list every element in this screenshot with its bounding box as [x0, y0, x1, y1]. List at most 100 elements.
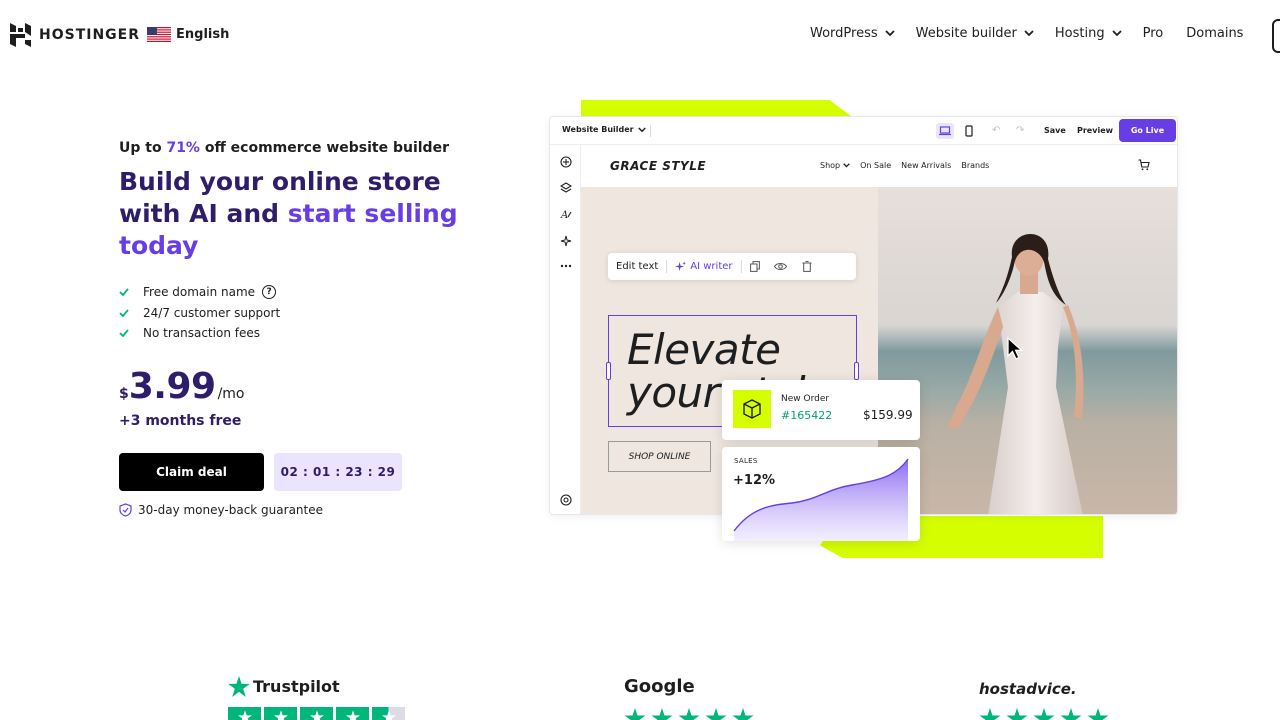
feature-item: Free domain name ? — [119, 282, 519, 303]
order-id: #165422 — [781, 409, 833, 422]
support-icon[interactable] — [559, 493, 572, 506]
account-button-edge[interactable] — [1272, 19, 1280, 53]
nav-website-builder-label: Website builder — [915, 26, 1017, 41]
nav-website-builder[interactable]: Website builder — [916, 26, 1034, 41]
hostadvice-logo[interactable]: hostadvice. — [979, 680, 1077, 698]
site-links: Shop On Sale New Arrivals Brands — [820, 161, 989, 170]
star-icon — [624, 708, 646, 720]
star-icon — [1006, 708, 1028, 720]
hero-headline: Build your online store with AI and star… — [119, 166, 519, 262]
discount-value: 71% — [166, 140, 200, 156]
headline-line2-accent: start selling — [287, 199, 458, 228]
nav-pro[interactable]: Pro — [1143, 26, 1164, 41]
eye-icon[interactable] — [774, 260, 788, 274]
edit-text-label: Edit text — [616, 261, 659, 272]
resize-handle-left[interactable] — [606, 362, 611, 380]
star-icon — [732, 708, 754, 720]
hostadvice-rating — [979, 708, 1109, 720]
eyebrow-prefix: Up to — [119, 140, 167, 156]
nav-wordpress[interactable]: WordPress — [810, 26, 895, 41]
trustpilot-label: Trustpilot — [253, 677, 340, 696]
desktop-view-icon[interactable] — [936, 123, 954, 139]
google-logo[interactable]: Google — [624, 676, 695, 697]
us-flag-icon — [147, 27, 171, 42]
price-currency: $ — [119, 385, 129, 402]
site-link-on-sale[interactable]: On Sale — [860, 161, 891, 170]
trustpilot-star-icon — [228, 676, 250, 697]
edit-text-button[interactable]: Edit text — [608, 261, 666, 272]
redo-icon[interactable]: ↷ — [1016, 125, 1024, 136]
order-label: New Order — [781, 394, 830, 404]
add-element-icon[interactable] — [559, 155, 572, 168]
shop-online-button[interactable]: SHOP ONLINE — [608, 441, 711, 472]
ai-writer-label: AI writer — [690, 261, 733, 272]
mobile-view-icon[interactable] — [960, 123, 978, 139]
guarantee-label: 30-day money-back guarantee — [138, 502, 323, 517]
styles-icon[interactable]: A — [559, 207, 572, 220]
chevron-down-icon — [843, 163, 850, 168]
builder-sidebar: A — [550, 145, 581, 514]
builder-title-label: Website Builder — [562, 125, 634, 134]
hostinger-logo[interactable]: HOSTINGER — [10, 23, 140, 47]
cta-row: Claim deal 02 : 01 : 23 : 29 — [119, 452, 519, 491]
check-icon — [119, 288, 129, 297]
eyebrow-suffix: off ecommerce website builder — [199, 140, 449, 156]
ai-tools-icon[interactable] — [559, 234, 572, 247]
text-edit-toolbar: Edit text AI writer — [608, 253, 856, 280]
mouse-cursor-icon — [1007, 337, 1023, 360]
resize-handle-right[interactable] — [854, 362, 859, 380]
site-link-shop[interactable]: Shop — [820, 161, 850, 170]
star-icon — [228, 707, 261, 720]
package-icon — [733, 390, 771, 428]
site-brand: GRACE STYLE — [610, 159, 707, 173]
sales-value: +12% — [733, 473, 776, 488]
layers-icon[interactable] — [559, 181, 572, 194]
site-link-new-arrivals[interactable]: New Arrivals — [901, 161, 951, 170]
hostinger-logo-icon — [10, 23, 31, 47]
star-icon — [705, 708, 727, 720]
go-live-button[interactable]: Go Live — [1119, 119, 1176, 142]
undo-icon[interactable]: ↶ — [992, 125, 1000, 136]
promo-eyebrow: Up to 71% off ecommerce website builder — [119, 140, 519, 156]
price-period: /mo — [217, 385, 245, 402]
sparkle-icon — [675, 261, 687, 272]
help-icon[interactable]: ? — [262, 285, 277, 300]
star-icon — [651, 708, 673, 720]
check-icon — [119, 329, 129, 338]
half-star-icon — [372, 707, 405, 720]
site-link-label: Shop — [820, 161, 841, 170]
language-selector[interactable]: English — [147, 27, 229, 42]
headline-line1: Build your online store — [119, 167, 441, 196]
trash-icon[interactable] — [800, 260, 814, 274]
nav-pro-label: Pro — [1142, 26, 1164, 41]
price: $ 3.99 /mo — [119, 366, 519, 407]
duplicate-icon[interactable] — [748, 260, 762, 274]
chevron-down-icon — [885, 30, 895, 37]
trustpilot-logo[interactable]: Trustpilot — [228, 676, 340, 697]
cart-icon[interactable] — [1138, 159, 1150, 171]
svg-text:A: A — [560, 210, 568, 220]
chevron-down-icon — [637, 126, 646, 132]
feature-list: Free domain name ? 24/7 customer support… — [119, 282, 519, 344]
sales-label: SALES — [734, 457, 758, 465]
star-icon — [300, 707, 333, 720]
nav-domains[interactable]: Domains — [1186, 26, 1243, 41]
star-icon — [336, 707, 369, 720]
feature-item: 24/7 customer support — [119, 303, 519, 324]
claim-deal-button[interactable]: Claim deal — [119, 452, 264, 491]
save-button[interactable]: Save — [1044, 126, 1066, 135]
star-icon — [678, 708, 700, 720]
preview-button[interactable]: Preview — [1077, 126, 1113, 135]
model-photo — [878, 187, 1177, 514]
guarantee: 30-day money-back guarantee — [119, 503, 519, 517]
ai-writer-button[interactable]: AI writer — [667, 261, 740, 272]
more-icon[interactable] — [559, 259, 572, 272]
logo-text: HOSTINGER — [39, 27, 141, 43]
order-price: $159.99 — [863, 408, 913, 422]
feature-item: No transaction fees — [119, 323, 519, 344]
builder-title[interactable]: Website Builder — [562, 125, 646, 134]
google-rating — [624, 708, 754, 720]
nav-hosting[interactable]: Hosting — [1055, 26, 1122, 41]
site-nav: GRACE STYLE Shop On Sale New Arrivals Br… — [581, 145, 1177, 187]
site-link-brands[interactable]: Brands — [961, 161, 989, 170]
